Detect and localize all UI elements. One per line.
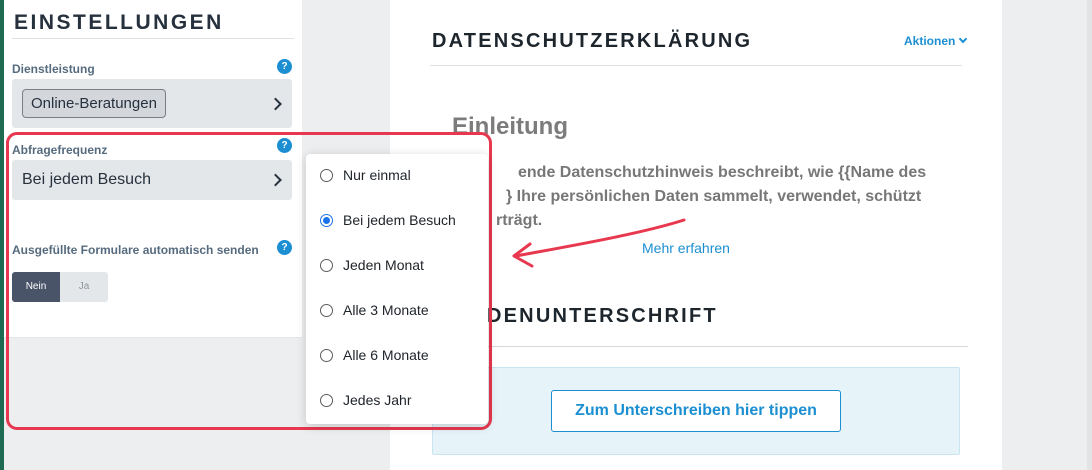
settings-title: EINSTELLUNGEN <box>14 11 224 34</box>
intro-text-line: } Ihre persönlichen Daten sammelt, verwe… <box>506 188 922 205</box>
dropdown-option[interactable]: Bei jedem Besuch <box>320 210 456 230</box>
actions-menu[interactable]: Aktionen <box>904 34 968 48</box>
dropdown-option[interactable]: Jedes Jahr <box>320 390 411 410</box>
dropdown-option[interactable]: Nur einmal <box>320 165 411 185</box>
radio-button[interactable] <box>320 213 333 227</box>
radio-button[interactable] <box>320 303 333 317</box>
dropdown-option[interactable]: Jeden Monat <box>320 255 424 275</box>
option-label: Alle 3 Monate <box>343 302 429 318</box>
help-icon[interactable]: ? <box>277 59 292 74</box>
option-label: Jeden Monat <box>343 257 424 273</box>
radio-button[interactable] <box>320 258 333 272</box>
option-label: Nur einmal <box>343 167 411 183</box>
radio-button[interactable] <box>320 348 333 362</box>
dropdown-option[interactable]: Alle 3 Monate <box>320 300 429 320</box>
radio-button[interactable] <box>320 168 333 182</box>
document-title: DATENSCHUTZERKLÄRUNG <box>432 30 753 52</box>
service-tag: Online-Beratungen <box>22 89 166 118</box>
divider <box>430 65 962 66</box>
divider <box>12 38 294 39</box>
sign-here-button[interactable]: Zum Unterschreiben hier tippen <box>551 390 841 432</box>
window-edge <box>1087 0 1092 470</box>
annotation-arrow-icon <box>512 218 686 268</box>
option-label: Jedes Jahr <box>343 392 412 408</box>
service-select[interactable]: Online-Beratungen <box>12 79 292 128</box>
service-label: Dienstleistung <box>12 62 95 76</box>
option-label: Alle 6 Monate <box>343 347 429 363</box>
radio-button[interactable] <box>320 393 333 407</box>
actions-label: Aktionen <box>904 34 956 48</box>
signature-heading: DENUNTERSCHRIFT <box>487 305 718 327</box>
dropdown-option[interactable]: Alle 6 Monate <box>320 345 429 365</box>
option-label: Bei jedem Besuch <box>343 212 456 228</box>
intro-text-line: ende Datenschutzhinweis beschreibt, wie … <box>518 164 927 181</box>
signature-area: Zum Unterschreiben hier tippen <box>432 367 960 455</box>
chevron-right-icon <box>269 97 282 110</box>
chevron-down-icon <box>959 34 968 44</box>
divider <box>432 346 968 347</box>
frequency-dropdown: Nur einmal Bei jedem Besuch Jeden Monat … <box>306 154 488 424</box>
